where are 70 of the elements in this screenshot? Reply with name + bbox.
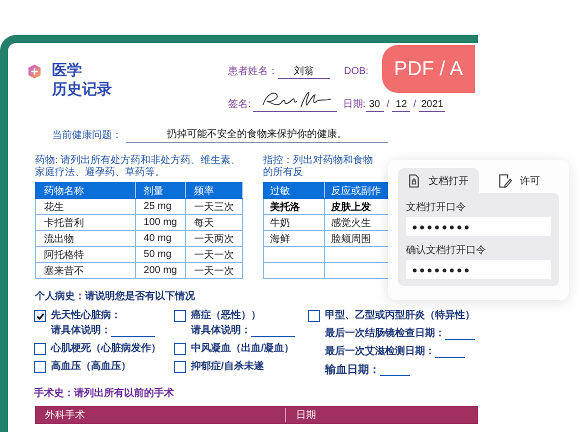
table-cell: 一天三次 [186, 198, 242, 214]
checkbox-label: 心肌梗死（心脏病发作） [51, 343, 161, 355]
checkbox[interactable] [174, 343, 186, 355]
column-header: 剂量 [135, 182, 186, 198]
checkbox[interactable] [34, 343, 46, 355]
name-field[interactable]: 刘翁 [278, 65, 330, 79]
field-label: 日期: [342, 98, 366, 112]
checkbox-label: 高血压（高血压） [51, 361, 131, 373]
table-cell: 40 mg [135, 230, 186, 246]
table-cell: 卡托普利 [36, 214, 136, 230]
column-header: 过敏 [264, 182, 324, 198]
checkbox-label: 中风凝血（出血/凝血） [191, 343, 294, 355]
table-cell: 50 mg [135, 246, 186, 262]
checkbox-label: 甲型、乙型或丙型肝炎（特异性） [325, 310, 475, 322]
section-title: 个人病史：请说明您是否有以下情况 [35, 290, 196, 303]
password-field[interactable]: ●●●●●●●● [406, 217, 551, 236]
table-cell: 一天一次 [186, 262, 242, 278]
medical-cross-icon [27, 64, 42, 79]
file-pen-icon [498, 174, 512, 188]
checkbox[interactable] [174, 310, 186, 322]
checkbox-label: 先天性心脏病： [51, 310, 121, 322]
checkbox[interactable] [34, 361, 46, 373]
column-header: 频率 [186, 182, 242, 198]
locked-file-icon [408, 174, 420, 188]
tab[interactable]: 文档打开 [398, 168, 478, 193]
field-label: 签名: [228, 98, 251, 112]
column-header: 外科手术 [35, 408, 286, 422]
table-cell: 美托洛 [264, 198, 324, 214]
table-cell: 阿托格特 [36, 246, 136, 262]
field-label: 确认文档打开口令 [406, 244, 487, 257]
medications-caption: 药物: 请列出所有处方药和非处方药、维生素、家庭疗法、避孕药、草药等。 [35, 155, 242, 180]
date-separator: / [413, 98, 416, 112]
column-header: 药物名称 [36, 182, 136, 198]
section-title: 手术史：请列出所有以前的手术 [34, 386, 175, 400]
table-cell: 海鲜 [264, 230, 324, 246]
day-field[interactable]: 30 [366, 98, 384, 112]
checkbox[interactable] [308, 310, 320, 322]
table-cell: 花生 [36, 198, 136, 214]
field-label: 最后一次结肠镜检查日期： [325, 328, 445, 340]
table-cell: 25 mg [135, 198, 186, 214]
year-field[interactable]: 2021 [419, 98, 446, 112]
table-cell: 流出物 [36, 230, 136, 246]
checkbox-label: 抑郁症/自杀未遂 [191, 361, 264, 373]
month-field[interactable]: 12 [392, 98, 410, 112]
table-cell: 塞来昔不 [36, 262, 136, 278]
tab[interactable]: 许可 [478, 168, 559, 193]
field-label: 患者姓名： [228, 65, 278, 79]
format-badge: PDF / A [382, 45, 475, 93]
field-label: 请具体说明： [51, 325, 111, 337]
allergies-caption: 指控：列出对药物和食物的所有反 [263, 155, 374, 180]
password-field[interactable]: ●●●●●●●● [406, 260, 551, 279]
date-separator: / [386, 98, 390, 112]
table-cell: 牛奶 [264, 214, 324, 230]
checkbox[interactable] [174, 361, 186, 373]
field-label: 输血日期： [325, 364, 380, 376]
document-title: 医学 [52, 61, 83, 80]
document-title: 历史记录 [52, 80, 112, 99]
field-label: 最后一次艾滋检测日期： [325, 346, 435, 358]
checkbox-label: 癌症（恶性）） [191, 310, 261, 322]
checkbox[interactable] [34, 310, 46, 322]
column-header: 日期 [295, 408, 316, 422]
table-cell: 一天两次 [186, 230, 242, 246]
field-label: 当前健康问题： [52, 129, 122, 143]
health-issue-field[interactable]: 扔掉可能不安全的食物来保护你的健康。 [126, 128, 388, 143]
table-cell: 一天一次 [186, 246, 242, 262]
table-cell: 每天 [186, 214, 242, 230]
field-label: 请具体说明： [191, 325, 251, 337]
field-label: DOB: [344, 65, 368, 79]
table-cell: 100 mg [135, 214, 186, 230]
table-cell: 200 mg [135, 262, 186, 278]
